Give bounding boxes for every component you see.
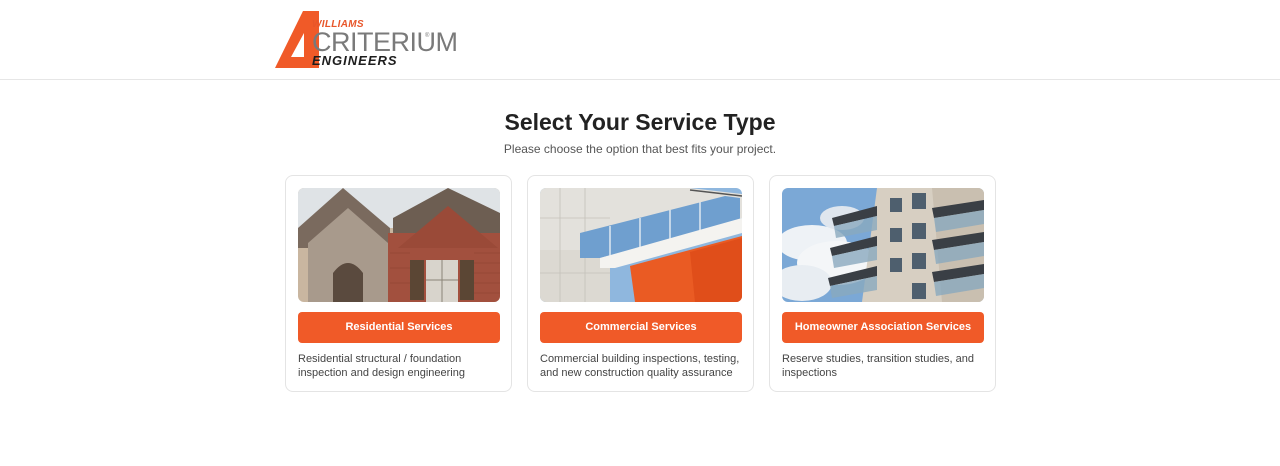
hoa-service-card: Homeowner Association Services Reserve s… [769, 175, 996, 392]
registered-mark: ® [425, 33, 430, 39]
apartment-building-image [782, 188, 984, 302]
commercial-description: Commercial building inspections, testing… [540, 353, 740, 379]
commercial-building-image [540, 188, 742, 302]
residential-description: Residential structural / foundation insp… [298, 353, 465, 379]
logo-criterium-text: CRITERIUM [312, 27, 458, 57]
residential-services-button[interactable]: Residential Services [298, 312, 500, 343]
hoa-services-button[interactable]: Homeowner Association Services [782, 312, 984, 343]
logo-engineers-text: ENGINEERS [312, 53, 398, 68]
hoa-description: Reserve studies, transition studies, and… [782, 353, 974, 379]
page-subtitle: Please choose the option that best fits … [503, 142, 777, 156]
commercial-services-button[interactable]: Commercial Services [540, 312, 742, 343]
williams-criterium-logo[interactable]: WILLIAMS CRITERIUM ® ENGINEERS [275, 11, 458, 71]
page-title: Select Your Service Type [504, 109, 776, 135]
site-header: WILLIAMS CRITERIUM ® ENGINEERS [0, 0, 1280, 80]
residential-service-card: Residential Services Residential structu… [285, 175, 512, 392]
commercial-service-card: Commercial Services Commercial building … [527, 175, 754, 392]
brick-house-image [298, 188, 500, 302]
